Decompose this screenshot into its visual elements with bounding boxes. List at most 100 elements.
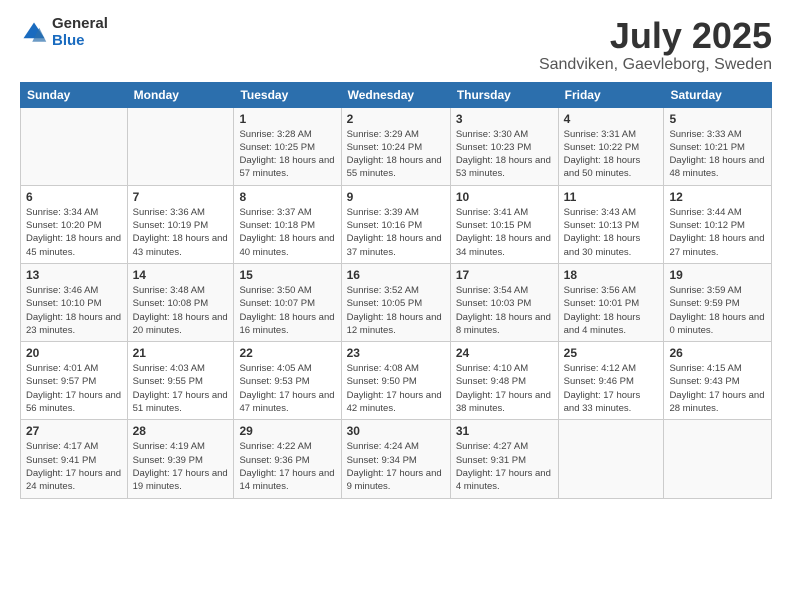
day-number: 4 — [564, 112, 659, 126]
day-info: Sunrise: 3:54 AM Sunset: 10:03 PM Daylig… — [456, 284, 553, 337]
day-info: Sunrise: 3:36 AM Sunset: 10:19 PM Daylig… — [133, 206, 229, 259]
day-info: Sunrise: 4:03 AM Sunset: 9:55 PM Dayligh… — [133, 362, 229, 415]
calendar-cell: 3 Sunrise: 3:30 AM Sunset: 10:23 PM Dayli… — [450, 107, 558, 185]
calendar-cell: 17 Sunrise: 3:54 AM Sunset: 10:03 PM Dayl… — [450, 263, 558, 341]
day-info: Sunrise: 3:46 AM Sunset: 10:10 PM Daylig… — [26, 284, 122, 337]
day-number: 25 — [564, 346, 659, 360]
calendar-cell: 31 Sunrise: 4:27 AM Sunset: 9:31 PM Dayli… — [450, 420, 558, 498]
calendar-cell: 9 Sunrise: 3:39 AM Sunset: 10:16 PM Dayli… — [341, 185, 450, 263]
calendar-cell: 4 Sunrise: 3:31 AM Sunset: 10:22 PM Dayli… — [558, 107, 664, 185]
calendar-cell: 14 Sunrise: 3:48 AM Sunset: 10:08 PM Dayl… — [127, 263, 234, 341]
calendar-cell: 5 Sunrise: 3:33 AM Sunset: 10:21 PM Dayli… — [664, 107, 772, 185]
day-number: 12 — [669, 190, 766, 204]
calendar-cell: 18Sunrise: 3:56 AM Sunset: 10:01 PM Dayl… — [558, 263, 664, 341]
day-info: Sunrise: 3:52 AM Sunset: 10:05 PM Daylig… — [347, 284, 445, 337]
day-info: Sunrise: 4:27 AM Sunset: 9:31 PM Dayligh… — [456, 440, 553, 493]
page: General Blue July 2025 Sandviken, Gaevle… — [0, 0, 792, 612]
day-number: 20 — [26, 346, 122, 360]
weekday-header: Thursday — [450, 82, 558, 107]
day-number: 2 — [347, 112, 445, 126]
weekday-header-row: SundayMondayTuesdayWednesdayThursdayFrid… — [21, 82, 772, 107]
calendar-cell: 13 Sunrise: 3:46 AM Sunset: 10:10 PM Dayl… — [21, 263, 128, 341]
day-info: Sunrise: 3:43 AM Sunset: 10:13 PM Daylig… — [564, 206, 659, 259]
calendar-cell: 30 Sunrise: 4:24 AM Sunset: 9:34 PM Dayli… — [341, 420, 450, 498]
calendar-table: SundayMondayTuesdayWednesdayThursdayFrid… — [20, 82, 772, 499]
day-info: Sunrise: 3:48 AM Sunset: 10:08 PM Daylig… — [133, 284, 229, 337]
day-info: Sunrise: 3:34 AM Sunset: 10:20 PM Daylig… — [26, 206, 122, 259]
day-number: 9 — [347, 190, 445, 204]
day-number: 15 — [239, 268, 335, 282]
day-info: Sunrise: 4:12 AM Sunset: 9:46 PM Dayligh… — [564, 362, 659, 415]
calendar-cell: 8 Sunrise: 3:37 AM Sunset: 10:18 PM Dayli… — [234, 185, 341, 263]
day-info: Sunrise: 3:33 AM Sunset: 10:21 PM Daylig… — [669, 128, 766, 181]
day-info: Sunrise: 4:17 AM Sunset: 9:41 PM Dayligh… — [26, 440, 122, 493]
calendar-cell — [127, 107, 234, 185]
logo-icon — [20, 19, 48, 47]
day-number: 3 — [456, 112, 553, 126]
main-title: July 2025 — [539, 16, 772, 56]
calendar-week-row: 20 Sunrise: 4:01 AM Sunset: 9:57 PM Dayli… — [21, 342, 772, 420]
header: General Blue July 2025 Sandviken, Gaevle… — [20, 16, 772, 74]
calendar-week-row: 6 Sunrise: 3:34 AM Sunset: 10:20 PM Dayli… — [21, 185, 772, 263]
logo-general: General — [52, 16, 108, 33]
calendar-cell: 12 Sunrise: 3:44 AM Sunset: 10:12 PM Dayl… — [664, 185, 772, 263]
calendar-cell: 10 Sunrise: 3:41 AM Sunset: 10:15 PM Dayl… — [450, 185, 558, 263]
day-number: 14 — [133, 268, 229, 282]
day-info: Sunrise: 4:01 AM Sunset: 9:57 PM Dayligh… — [26, 362, 122, 415]
day-info: Sunrise: 3:44 AM Sunset: 10:12 PM Daylig… — [669, 206, 766, 259]
day-number: 5 — [669, 112, 766, 126]
weekday-header: Sunday — [21, 82, 128, 107]
day-info: Sunrise: 4:05 AM Sunset: 9:53 PM Dayligh… — [239, 362, 335, 415]
day-number: 6 — [26, 190, 122, 204]
day-info: Sunrise: 3:30 AM Sunset: 10:23 PM Daylig… — [456, 128, 553, 181]
day-number: 11 — [564, 190, 659, 204]
day-info: Sunrise: 4:15 AM Sunset: 9:43 PM Dayligh… — [669, 362, 766, 415]
day-info: Sunrise: 4:24 AM Sunset: 9:34 PM Dayligh… — [347, 440, 445, 493]
calendar-cell: 22Sunrise: 4:05 AM Sunset: 9:53 PM Dayli… — [234, 342, 341, 420]
calendar-cell: 23Sunrise: 4:08 AM Sunset: 9:50 PM Dayli… — [341, 342, 450, 420]
logo: General Blue — [20, 16, 108, 49]
day-info: Sunrise: 4:19 AM Sunset: 9:39 PM Dayligh… — [133, 440, 229, 493]
title-block: July 2025 Sandviken, Gaevleborg, Sweden — [539, 16, 772, 74]
weekday-header: Saturday — [664, 82, 772, 107]
day-number: 27 — [26, 424, 122, 438]
day-number: 31 — [456, 424, 553, 438]
calendar-cell: 19Sunrise: 3:59 AM Sunset: 9:59 PM Dayli… — [664, 263, 772, 341]
calendar-cell: 28Sunrise: 4:19 AM Sunset: 9:39 PM Dayli… — [127, 420, 234, 498]
day-info: Sunrise: 3:37 AM Sunset: 10:18 PM Daylig… — [239, 206, 335, 259]
day-number: 17 — [456, 268, 553, 282]
day-info: Sunrise: 3:39 AM Sunset: 10:16 PM Daylig… — [347, 206, 445, 259]
calendar-cell: 20 Sunrise: 4:01 AM Sunset: 9:57 PM Dayli… — [21, 342, 128, 420]
weekday-header: Tuesday — [234, 82, 341, 107]
day-info: Sunrise: 3:41 AM Sunset: 10:15 PM Daylig… — [456, 206, 553, 259]
day-number: 10 — [456, 190, 553, 204]
day-number: 29 — [239, 424, 335, 438]
day-number: 18 — [564, 268, 659, 282]
calendar-cell: 2 Sunrise: 3:29 AM Sunset: 10:24 PM Dayli… — [341, 107, 450, 185]
day-info: Sunrise: 3:59 AM Sunset: 9:59 PM Dayligh… — [669, 284, 766, 337]
day-number: 24 — [456, 346, 553, 360]
calendar-cell: 7 Sunrise: 3:36 AM Sunset: 10:19 PM Dayli… — [127, 185, 234, 263]
day-number: 7 — [133, 190, 229, 204]
weekday-header: Wednesday — [341, 82, 450, 107]
weekday-header: Monday — [127, 82, 234, 107]
weekday-header: Friday — [558, 82, 664, 107]
calendar-cell — [21, 107, 128, 185]
day-info: Sunrise: 3:50 AM Sunset: 10:07 PM Daylig… — [239, 284, 335, 337]
day-number: 30 — [347, 424, 445, 438]
calendar-cell: 21Sunrise: 4:03 AM Sunset: 9:55 PM Dayli… — [127, 342, 234, 420]
logo-blue: Blue — [52, 33, 108, 50]
day-info: Sunrise: 3:29 AM Sunset: 10:24 PM Daylig… — [347, 128, 445, 181]
day-number: 8 — [239, 190, 335, 204]
calendar-cell: 25 Sunrise: 4:12 AM Sunset: 9:46 PM Dayli… — [558, 342, 664, 420]
day-number: 16 — [347, 268, 445, 282]
calendar-week-row: 13 Sunrise: 3:46 AM Sunset: 10:10 PM Dayl… — [21, 263, 772, 341]
calendar-cell — [664, 420, 772, 498]
day-number: 1 — [239, 112, 335, 126]
calendar-cell: 27 Sunrise: 4:17 AM Sunset: 9:41 PM Dayli… — [21, 420, 128, 498]
day-info: Sunrise: 3:31 AM Sunset: 10:22 PM Daylig… — [564, 128, 659, 181]
calendar-cell: 29Sunrise: 4:22 AM Sunset: 9:36 PM Dayli… — [234, 420, 341, 498]
calendar-cell: 1Sunrise: 3:28 AM Sunset: 10:25 PM Dayli… — [234, 107, 341, 185]
day-number: 13 — [26, 268, 122, 282]
day-number: 26 — [669, 346, 766, 360]
